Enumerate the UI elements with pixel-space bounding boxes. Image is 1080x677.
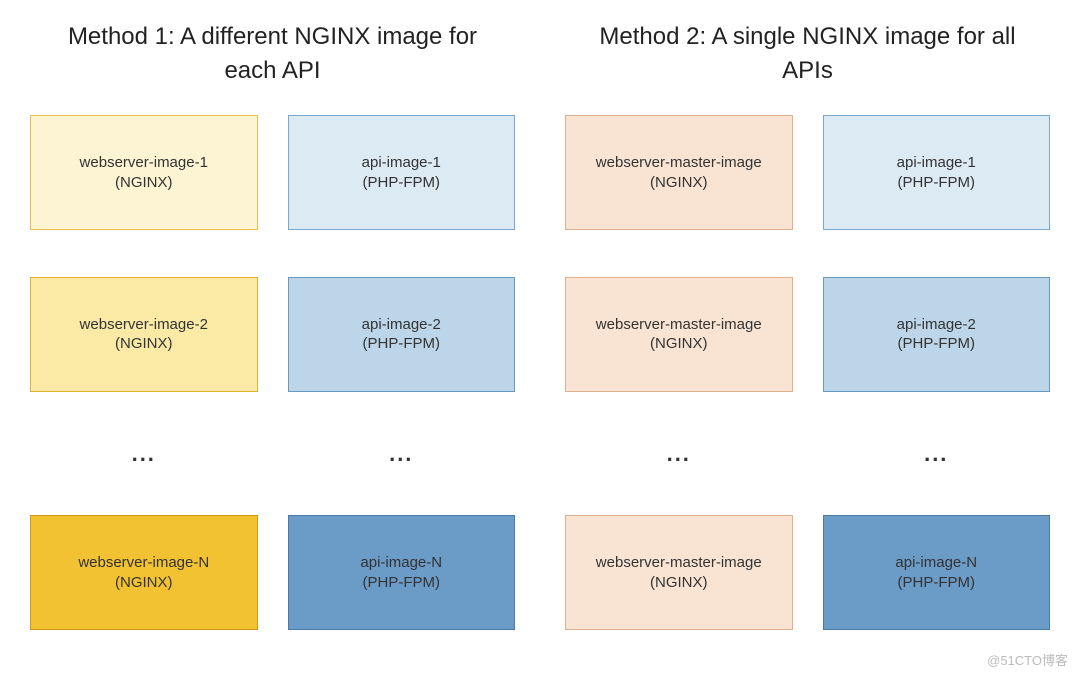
box-label-line1: api-image-2 xyxy=(897,315,976,335)
box-label-line2: (PHP-FPM) xyxy=(898,334,976,354)
ellipsis-right: ... xyxy=(288,439,516,469)
api-image-2-box: api-image-2 (PHP-FPM) xyxy=(288,277,516,392)
box-label-line1: webserver-image-1 xyxy=(80,153,208,173)
webserver-image-n-box: webserver-image-N (NGINX) xyxy=(30,515,258,630)
box-label-line2: (PHP-FPM) xyxy=(363,173,441,193)
api-image-1-box: api-image-1 (PHP-FPM) xyxy=(823,115,1051,230)
api-image-n-box: api-image-N (PHP-FPM) xyxy=(288,515,516,630)
webserver-master-image-box-n: webserver-master-image (NGINX) xyxy=(565,515,793,630)
box-label-line1: api-image-N xyxy=(895,553,977,573)
webserver-image-1-box: webserver-image-1 (NGINX) xyxy=(30,115,258,230)
box-label-line1: webserver-image-N xyxy=(78,553,209,573)
webserver-master-image-box-2: webserver-master-image (NGINX) xyxy=(565,277,793,392)
box-label-line2: (NGINX) xyxy=(115,173,173,193)
box-label-line1: webserver-master-image xyxy=(596,553,762,573)
box-label-line2: (NGINX) xyxy=(650,573,708,593)
box-label-line1: api-image-2 xyxy=(362,315,441,335)
box-label-line2: (NGINX) xyxy=(650,334,708,354)
method-1-title: Method 1: A different NGINX image for ea… xyxy=(30,20,515,87)
diagram-container: Method 1: A different NGINX image for ea… xyxy=(30,20,1050,657)
watermark: @51CTO博客 xyxy=(987,650,1068,669)
box-label-line1: webserver-image-2 xyxy=(80,315,208,335)
webserver-image-2-box: webserver-image-2 (NGINX) xyxy=(30,277,258,392)
box-label-line2: (PHP-FPM) xyxy=(363,334,441,354)
box-label-line2: (PHP-FPM) xyxy=(898,573,976,593)
box-label-line2: (PHP-FPM) xyxy=(898,173,976,193)
ellipsis-right: ... xyxy=(823,439,1051,469)
box-label-line1: webserver-master-image xyxy=(596,315,762,335)
box-label-line1: api-image-1 xyxy=(362,153,441,173)
api-image-1-box: api-image-1 (PHP-FPM) xyxy=(288,115,516,230)
box-label-line2: (NGINX) xyxy=(115,573,173,593)
api-image-2-box: api-image-2 (PHP-FPM) xyxy=(823,277,1051,392)
box-label-line2: (NGINX) xyxy=(115,334,173,354)
box-label-line1: api-image-1 xyxy=(897,153,976,173)
method-2-title: Method 2: A single NGINX image for all A… xyxy=(565,20,1050,87)
ellipsis-left: ... xyxy=(30,439,258,469)
method-1-column: Method 1: A different NGINX image for ea… xyxy=(30,20,515,657)
method-2-grid: webserver-master-image (NGINX) api-image… xyxy=(565,115,1050,657)
method-2-column: Method 2: A single NGINX image for all A… xyxy=(565,20,1050,657)
box-label-line2: (NGINX) xyxy=(650,173,708,193)
box-label-line2: (PHP-FPM) xyxy=(363,573,441,593)
webserver-master-image-box-1: webserver-master-image (NGINX) xyxy=(565,115,793,230)
box-label-line1: api-image-N xyxy=(360,553,442,573)
method-1-grid: webserver-image-1 (NGINX) api-image-1 (P… xyxy=(30,115,515,657)
ellipsis-left: ... xyxy=(565,439,793,469)
box-label-line1: webserver-master-image xyxy=(596,153,762,173)
api-image-n-box: api-image-N (PHP-FPM) xyxy=(823,515,1051,630)
